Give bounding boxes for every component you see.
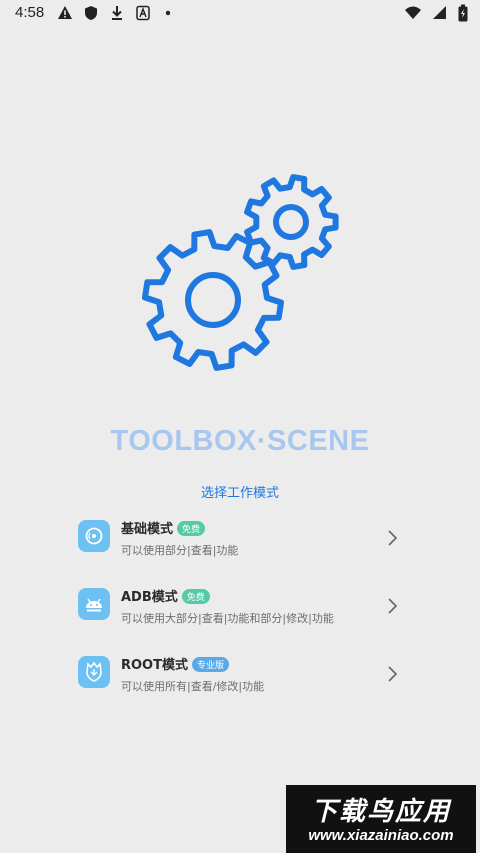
small-gear bbox=[244, 174, 339, 270]
large-gear-hub bbox=[185, 272, 241, 328]
mode-badge: 专业版 bbox=[191, 657, 229, 672]
chevron-right-icon bbox=[386, 597, 398, 619]
status-system-icons bbox=[404, 4, 468, 22]
mode-title: ROOT模式 专业版 bbox=[121, 654, 229, 673]
warning-icon bbox=[57, 5, 73, 25]
shield-icon bbox=[84, 5, 98, 25]
chevron-right-icon bbox=[386, 529, 398, 551]
watermark-url: www.xiazainiao.com bbox=[308, 827, 454, 844]
dot-icon bbox=[165, 5, 171, 25]
battery-charging-icon bbox=[458, 4, 468, 26]
mode-badge: 免费 bbox=[177, 521, 206, 536]
mode-desc: 可以使用部分|查看|功能 bbox=[121, 544, 239, 557]
mode-badge: 免费 bbox=[181, 589, 210, 604]
mode-item-adb[interactable]: ADB模式 免费 可以使用大部分|查看|功能和部分|修改|功能 bbox=[0, 584, 480, 634]
large-gear bbox=[142, 229, 284, 371]
status-notification-icons bbox=[57, 5, 171, 21]
small-gear-hub bbox=[273, 204, 309, 240]
watermark: 下载鸟应用 www.xiazainiao.com bbox=[286, 785, 476, 853]
chevron-right-icon bbox=[386, 665, 398, 687]
status-bar: 4:58 bbox=[0, 0, 480, 26]
mode-prompt: 选择工作模式 bbox=[200, 486, 279, 501]
mode-item-root[interactable]: ROOT模式 专业版 可以使用所有|查看/修改|功能 bbox=[0, 652, 480, 702]
wifi-icon bbox=[404, 4, 422, 26]
mode-desc: 可以使用大部分|查看|功能和部分|修改|功能 bbox=[121, 612, 334, 625]
mode-title: 基础模式 免费 bbox=[121, 518, 206, 537]
root-icon bbox=[78, 656, 110, 688]
download-icon bbox=[111, 5, 123, 25]
app-title: TOOLBOX·SCENE bbox=[110, 425, 370, 457]
disc-icon bbox=[78, 520, 110, 552]
watermark-text: 下载鸟应用 bbox=[310, 797, 451, 827]
app-a-icon bbox=[136, 5, 151, 25]
android-icon bbox=[78, 588, 110, 620]
status-time: 4:58 bbox=[15, 4, 45, 21]
mode-title: ADB模式 免费 bbox=[121, 586, 210, 605]
gears-icon bbox=[140, 170, 350, 380]
signal-icon bbox=[431, 4, 447, 26]
mode-item-basic[interactable]: 基础模式 免费 可以使用部分|查看|功能 bbox=[0, 516, 480, 566]
mode-desc: 可以使用所有|查看/修改|功能 bbox=[121, 680, 265, 693]
